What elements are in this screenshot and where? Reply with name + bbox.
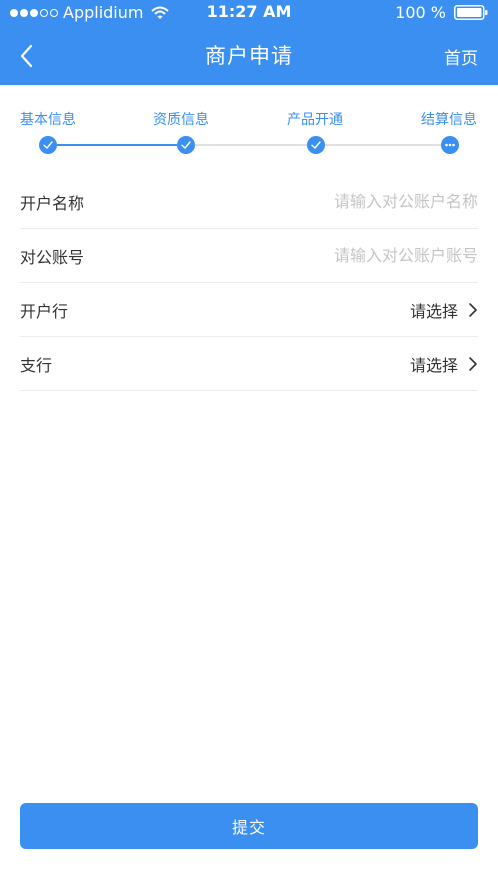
page-title: 商户申请 — [205, 44, 293, 68]
account-name-input[interactable] — [238, 192, 478, 211]
bank-select-value: 请选择 — [409, 301, 458, 321]
battery-icon — [454, 5, 488, 20]
status-right: 100 % — [395, 3, 488, 22]
bank-row[interactable]: 开户行 请选择 — [20, 283, 478, 337]
step-connector-pending — [195, 144, 307, 146]
step-label-product-activation: 产品开通 — [287, 112, 343, 128]
account-number-label: 对公账号 — [20, 247, 85, 267]
chevron-right-icon — [469, 356, 477, 371]
step-label-settlement-info: 结算信息 — [421, 112, 477, 128]
step-check-icon — [39, 136, 57, 154]
submit-button[interactable]: 提交 — [20, 803, 478, 849]
branch-row[interactable]: 支行 请选择 — [20, 337, 478, 391]
account-number-input[interactable] — [238, 246, 478, 265]
navigation-bar: 商户申请 首页 — [0, 26, 498, 85]
step-check-icon — [307, 136, 325, 154]
bank-select[interactable]: 请选择 — [410, 298, 478, 322]
chevron-right-icon — [469, 302, 477, 317]
account-name-label: 开户名称 — [20, 193, 85, 213]
battery-percent: 100 % — [395, 3, 446, 22]
step-check-icon — [177, 136, 195, 154]
top-header: Applidium 11:27 AM 100 % 商户申请 首页 — [0, 0, 498, 85]
account-number-row: 对公账号 — [20, 229, 478, 283]
step-current-dots-icon — [441, 136, 459, 154]
branch-label: 支行 — [20, 355, 53, 375]
branch-select-value: 请选择 — [409, 355, 458, 375]
step-label-qualification-info: 资质信息 — [153, 112, 209, 128]
branch-select[interactable]: 请选择 — [410, 352, 478, 376]
progress-steps: 基本信息 资质信息 产品开通 结算信息 — [0, 85, 498, 175]
bank-label: 开户行 — [20, 301, 69, 321]
status-bar: Applidium 11:27 AM 100 % — [0, 0, 498, 26]
step-label-basic-info: 基本信息 — [20, 112, 76, 128]
settlement-form: 开户名称 对公账号 开户行 请选择 支行 请选择 — [20, 175, 478, 391]
account-name-row: 开户名称 — [20, 175, 478, 229]
step-connector-pending — [325, 144, 441, 146]
home-link[interactable]: 首页 — [444, 44, 478, 69]
step-connector-done — [57, 144, 177, 146]
